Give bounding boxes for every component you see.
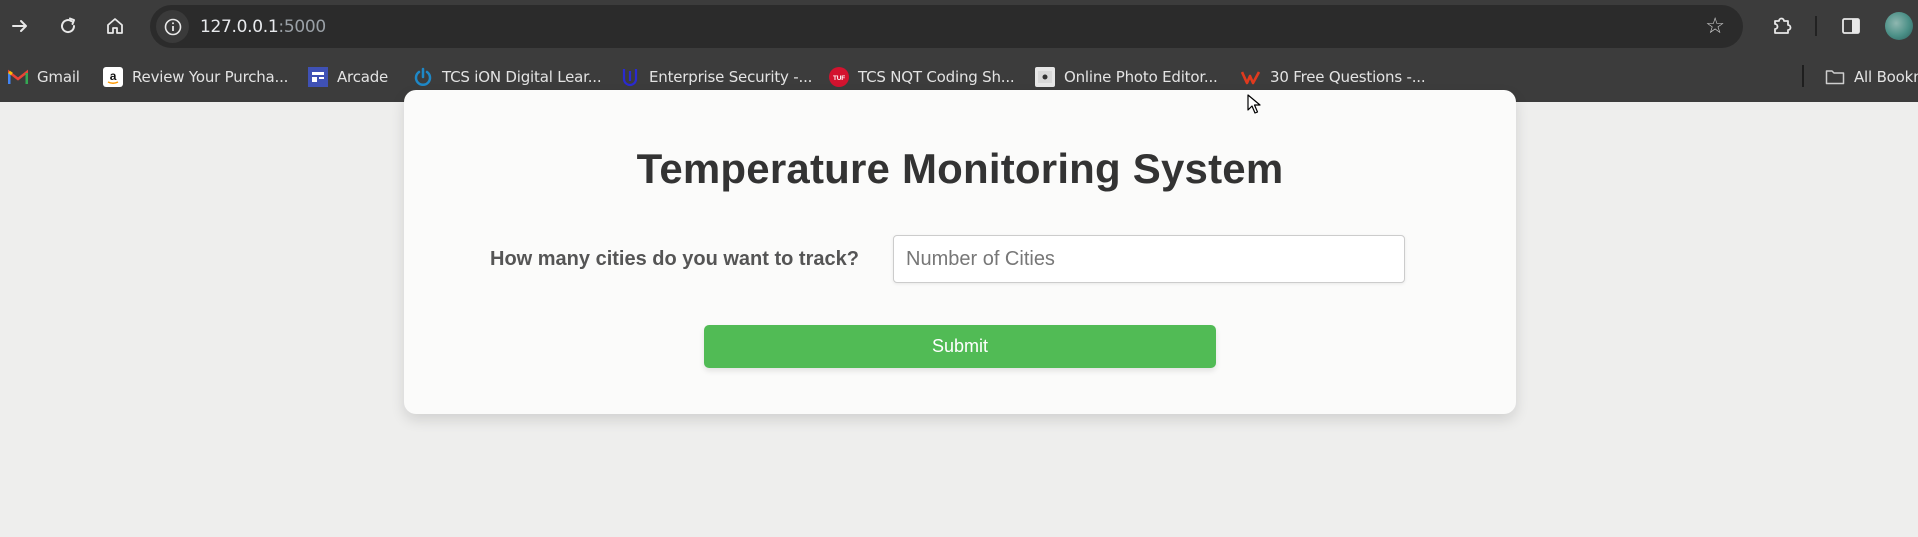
home-icon[interactable] [103,14,127,38]
extensions-icon[interactable] [1770,14,1794,38]
bookmarks-divider [1802,65,1804,87]
bookmark-review-purchase[interactable]: a Review Your Purcha... [103,66,288,88]
all-bookmarks-label: All Bookm [1854,68,1918,86]
bookmark-label: Gmail [37,68,80,86]
bookmark-tcs-nqt[interactable]: TUF TCS NQT Coding Sh... [829,66,1015,88]
bookmark-30-free-questions[interactable]: 30 Free Questions -... [1241,66,1426,88]
bookmark-arcade[interactable]: Arcade [308,66,388,88]
bookmark-label: Enterprise Security -... [649,68,813,86]
toolbar-divider [1815,16,1817,36]
tuf-icon: TUF [829,67,849,87]
arcade-icon [308,67,328,87]
udacity-icon [620,67,640,87]
page-content: Temperature Monitoring System How many c… [0,90,1918,537]
power-icon [413,67,433,87]
all-bookmarks[interactable]: All Bookm [1825,66,1918,88]
site-info-icon[interactable] [156,10,189,43]
amazon-icon: a [103,67,123,87]
w-logo-icon [1241,67,1261,87]
page-title: Temperature Monitoring System [636,145,1284,192]
cities-label: How many cities do you want to track? [490,248,859,270]
bookmark-label: Arcade [337,68,389,86]
bookmark-photo-editor[interactable]: Online Photo Editor... [1035,66,1218,88]
bookmark-tcs-ion[interactable]: TCS iON Digital Lear... [413,66,602,88]
url-port: :5000 [278,17,326,37]
bookmark-label: TCS iON Digital Lear... [442,68,602,86]
url-text[interactable]: 127.0.0.1:5000 [200,17,326,37]
svg-text:a: a [110,69,117,83]
bookmark-enterprise-security[interactable]: Enterprise Security -... [620,66,812,88]
bookmark-gmail[interactable]: Gmail [8,66,80,88]
profile-avatar[interactable] [1885,12,1913,40]
bookmark-label: Review Your Purcha... [132,68,289,86]
submit-button[interactable]: Submit [704,325,1216,368]
form-card: Temperature Monitoring System How many c… [404,90,1516,414]
gmail-icon [8,67,28,87]
browser-toolbar: 127.0.0.1:5000 ☆ [0,0,1918,52]
folder-icon [1825,67,1845,87]
number-of-cities-input[interactable] [893,235,1405,283]
bookmark-star-icon[interactable]: ☆ [1705,15,1725,37]
svg-text:TUF: TUF [833,75,845,82]
reload-icon[interactable] [56,14,80,38]
address-bar[interactable]: 127.0.0.1:5000 ☆ [150,5,1743,48]
browser-chrome: 127.0.0.1:5000 ☆ Gmail a Review Your Pur… [0,0,1918,102]
url-host: 127.0.0.1 [200,17,279,37]
bookmark-label: 30 Free Questions -... [1270,68,1426,86]
forward-icon[interactable] [8,14,32,38]
side-panel-icon[interactable] [1839,14,1863,38]
bookmark-label: Online Photo Editor... [1064,68,1218,86]
bookmark-label: TCS NQT Coding Sh... [858,68,1015,86]
photo-icon [1035,67,1055,87]
mouse-cursor-icon [1247,94,1261,119]
